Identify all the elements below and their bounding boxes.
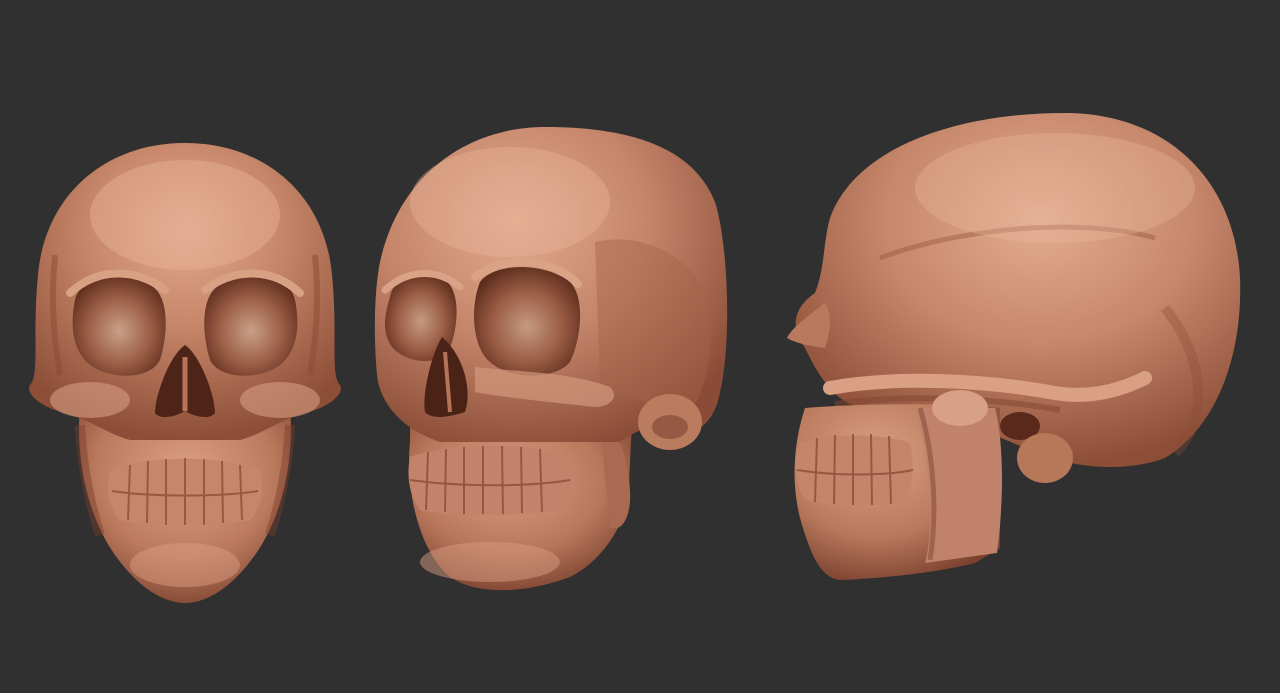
skull-three-quarter-view — [370, 122, 735, 597]
skull-front-icon — [29, 143, 341, 603]
skull-side-view — [785, 108, 1245, 588]
skull-profile-icon — [787, 113, 1241, 580]
skull-front-view — [20, 135, 350, 610]
viewport — [0, 0, 1280, 693]
skull-three-quarter-icon — [374, 127, 728, 591]
